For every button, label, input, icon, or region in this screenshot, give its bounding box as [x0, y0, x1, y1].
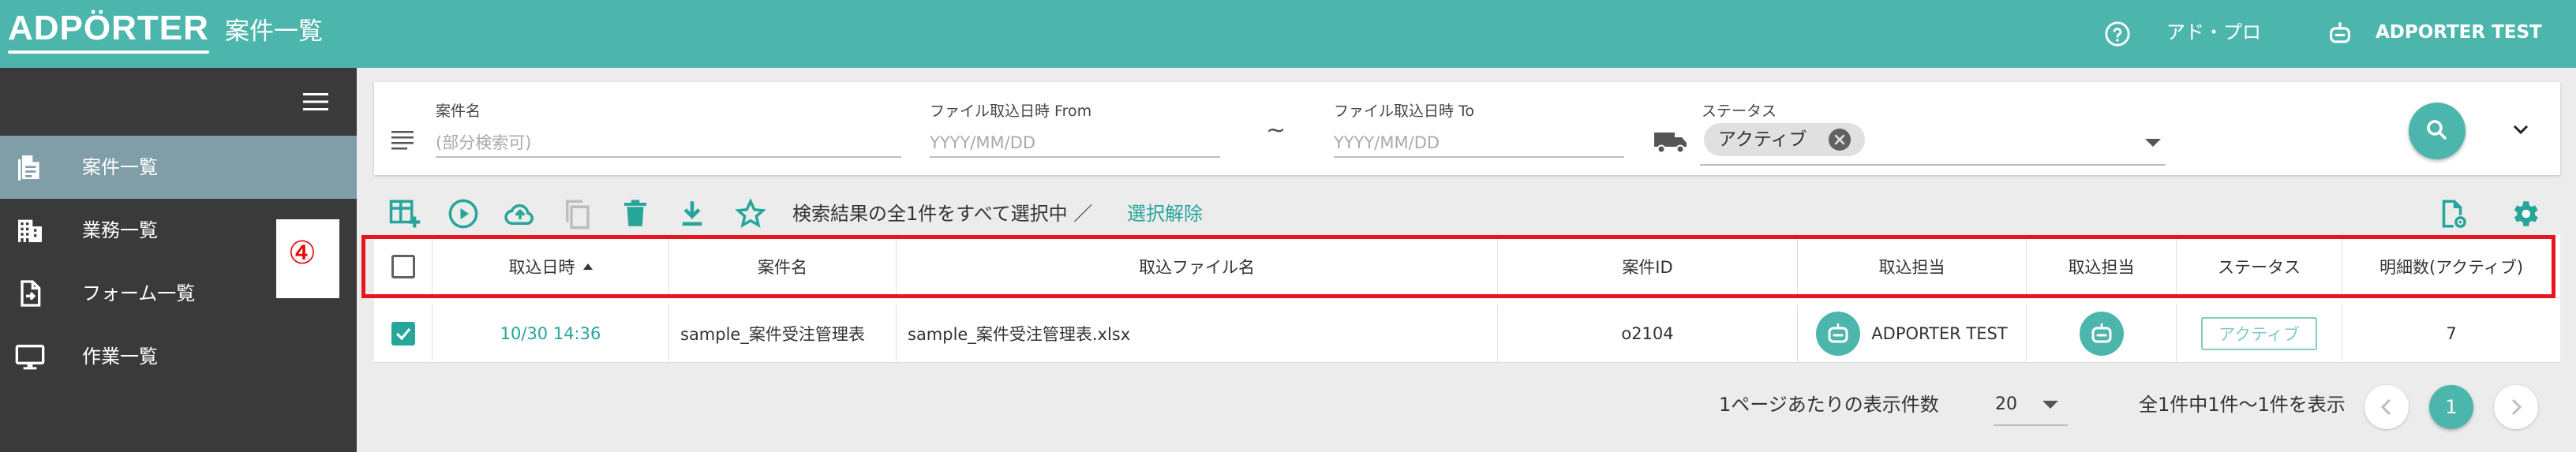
- robot-avatar-icon: [1828, 323, 1848, 342]
- per-page-label: 1ページあたりの表示件数: [1719, 394, 1939, 416]
- import-date-link[interactable]: 10/30 14:36: [500, 324, 601, 343]
- sidebar-item-label: フォーム一覧: [82, 282, 196, 304]
- chevron-left-icon: [2380, 398, 2391, 416]
- add-table-icon[interactable]: [388, 197, 421, 230]
- chevron-right-icon: [2511, 398, 2522, 416]
- download-icon[interactable]: [676, 197, 709, 230]
- search-button[interactable]: [2409, 103, 2466, 159]
- row-checkbox[interactable]: [391, 321, 415, 346]
- truck-icon: [1654, 133, 1687, 154]
- help-icon[interactable]: [2104, 21, 2131, 47]
- owner-cell: ADPORTER TEST: [1798, 304, 2027, 362]
- sidebar-item-label: 案件一覧: [82, 156, 158, 178]
- user-org-label[interactable]: アド・プロ: [2166, 19, 2261, 46]
- date-to-label: ファイル取込日時 To: [1334, 103, 1475, 120]
- status-badge[interactable]: アクティブ: [2201, 316, 2317, 350]
- page-button-current[interactable]: 1: [2429, 385, 2473, 429]
- filter-list-icon[interactable]: [390, 128, 415, 150]
- date-cell[interactable]: 10/30 14:36: [432, 304, 669, 362]
- chevron-down-icon[interactable]: [2510, 118, 2532, 140]
- annotation-callout: ④: [276, 219, 339, 298]
- check-icon: [395, 327, 410, 340]
- status-chip[interactable]: アクティブ: [1704, 123, 1865, 156]
- play-circle-icon[interactable]: [447, 197, 480, 230]
- row-select-cell: [374, 304, 432, 362]
- callout-number: ④: [288, 235, 316, 271]
- per-page-dropdown-icon[interactable]: [2042, 401, 2058, 409]
- case-id-cell: o2104: [1498, 304, 1798, 362]
- building-icon: [18, 219, 42, 242]
- form-import-icon: [21, 280, 41, 307]
- robot-avatar-icon: [2091, 323, 2111, 342]
- menu-icon[interactable]: [300, 90, 331, 114]
- date-from-input[interactable]: YYYY/MM/DD: [930, 123, 1220, 158]
- status-label: ステータス: [1702, 103, 1777, 120]
- cloud-upload-icon[interactable]: [504, 197, 537, 230]
- document-icon: [18, 155, 39, 181]
- app-header: ADPÖRTER 案件一覧 アド・プロ ADPORTER TEST: [0, 0, 2576, 68]
- prev-page-button[interactable]: [2364, 385, 2409, 429]
- count-cell: 7: [2446, 323, 2457, 343]
- per-page-select[interactable]: 20: [1995, 391, 2017, 418]
- file-name-cell: sample_案件受注管理表.xlsx: [897, 304, 1498, 362]
- result-range-text: 全1件中1件〜1件を表示: [2139, 394, 2346, 416]
- sidebar-item-cases[interactable]: 案件一覧: [0, 136, 357, 199]
- table-row[interactable]: 10/30 14:36 sample_案件受注管理表 sample_案件受注管理…: [374, 304, 2560, 363]
- sidebar-item-label: 業務一覧: [82, 219, 158, 241]
- selection-status-text: 検索結果の全1件をすべて選択中 ／: [792, 203, 1093, 225]
- range-separator: ~: [1266, 117, 1286, 144]
- account-name[interactable]: ADPORTER TEST: [2376, 19, 2542, 46]
- sidebar-item-works[interactable]: 作業一覧: [0, 325, 357, 388]
- robot-avatar-icon[interactable]: [2327, 21, 2353, 47]
- highlight-annotation-box: [361, 235, 2555, 298]
- date-from-label: ファイル取込日時 From: [930, 103, 1092, 120]
- status-chip-label: アクティブ: [1718, 129, 1807, 150]
- status-dropdown-arrow-icon[interactable]: [2145, 139, 2161, 147]
- chip-remove-icon[interactable]: [1829, 129, 1851, 151]
- star-outline-icon[interactable]: [734, 197, 767, 230]
- date-to-input[interactable]: YYYY/MM/DD: [1334, 123, 1624, 158]
- per-page-underline: [1994, 424, 2068, 426]
- page-title: 案件一覧: [225, 17, 323, 46]
- clear-selection-link[interactable]: 選択解除: [1127, 200, 1203, 227]
- gear-icon[interactable]: [2508, 197, 2541, 230]
- file-settings-icon[interactable]: [2436, 197, 2469, 230]
- status-cell: アクティブ: [2177, 304, 2342, 362]
- copy-icon: [566, 200, 590, 230]
- case-name-input[interactable]: (部分検索可): [436, 123, 901, 158]
- app-logo[interactable]: ADPÖRTER: [8, 9, 209, 47]
- delete-icon[interactable]: [619, 197, 652, 230]
- logo-underline: [8, 50, 209, 54]
- case-name-label: 案件名: [436, 103, 481, 120]
- next-page-button[interactable]: [2494, 385, 2538, 429]
- monitor-icon: [15, 345, 45, 370]
- status-select-underline: [1700, 164, 2166, 166]
- sidebar-item-label: 作業一覧: [82, 346, 158, 368]
- case-name-cell: sample_案件受注管理表: [669, 304, 897, 362]
- owner-avatar: [2079, 311, 2124, 356]
- search-filter-panel: 案件名 (部分検索可) ファイル取込日時 From YYYY/MM/DD ~ フ…: [374, 82, 2560, 175]
- owner-avatar-cell: [2027, 304, 2177, 362]
- owner-avatar: [1816, 311, 1861, 356]
- owner-name: ADPORTER TEST: [1871, 323, 2008, 343]
- search-icon: [2427, 120, 2447, 140]
